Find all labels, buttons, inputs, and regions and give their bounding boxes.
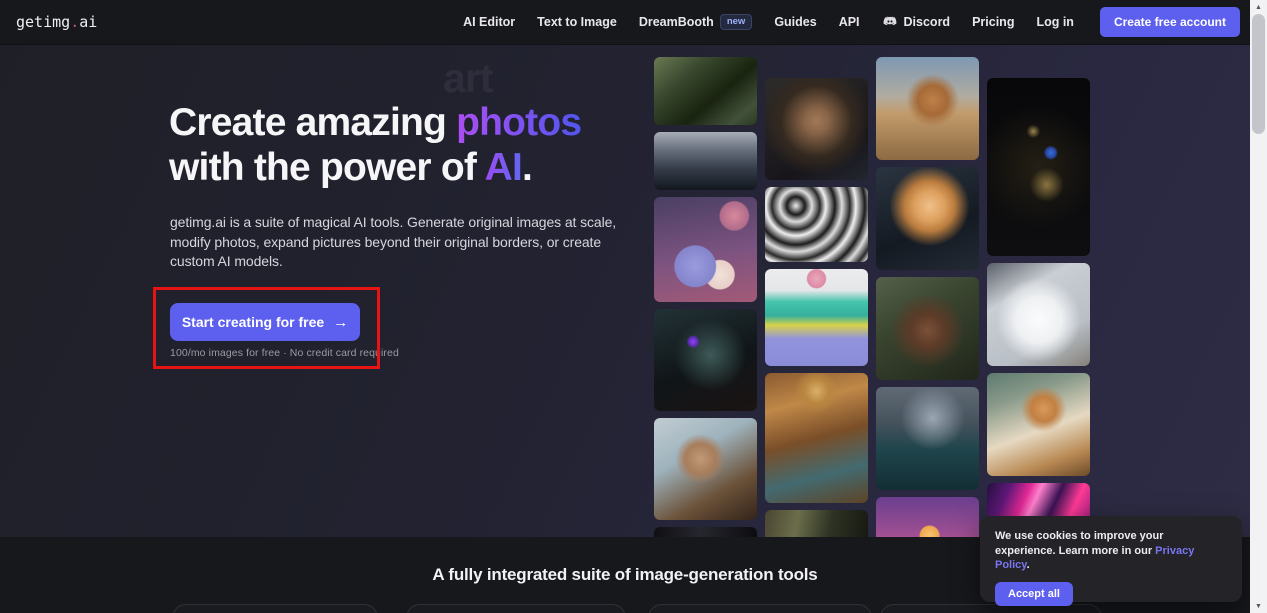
nav-item-discord[interactable]: Discord xyxy=(882,14,951,30)
stormy-ocean xyxy=(876,387,979,490)
cookie-banner: We use cookies to improve your experienc… xyxy=(980,516,1242,606)
hero-title-text: Create amazing xyxy=(169,101,457,144)
hero-title-accent-ai: AI xyxy=(484,146,523,189)
gallery-column xyxy=(876,57,979,567)
dog-sunglasses-beach xyxy=(876,57,979,160)
scrollbar-down-arrow[interactable]: ▼ xyxy=(1250,599,1267,613)
nav-links: AI Editor Text to Image DreamBooth new Gu… xyxy=(463,7,1240,37)
garden-landscape-painting xyxy=(654,57,757,125)
tool-card xyxy=(406,604,626,613)
scrollbar: ▲ ▼ xyxy=(1250,0,1267,613)
gallery xyxy=(654,57,1094,570)
nav-item-login[interactable]: Log in xyxy=(1036,15,1074,29)
nav-item-label: Pricing xyxy=(972,15,1015,29)
white-sneaker xyxy=(987,263,1090,366)
brand-logo[interactable]: getimg.ai xyxy=(16,13,97,31)
ornate-armored-warrior xyxy=(765,373,868,503)
nav-item-label: AI Editor xyxy=(463,15,516,29)
gallery-column xyxy=(654,57,757,557)
start-creating-label: Start creating for free xyxy=(181,314,325,330)
nav-item-text-to-image[interactable]: Text to Image xyxy=(537,15,617,29)
accept-all-button[interactable]: Accept all xyxy=(995,581,1073,606)
cookie-message: We use cookies to improve your experienc… xyxy=(995,529,1227,573)
nav-item-label: Log in xyxy=(1036,15,1074,29)
new-badge: new xyxy=(719,13,753,31)
arrow-right-icon: → xyxy=(333,313,349,331)
gold-flower-sculpture xyxy=(987,78,1090,256)
page: getimg.ai AI Editor Text to Image DreamB… xyxy=(0,0,1267,613)
nav-item-label: Discord xyxy=(903,15,951,29)
tool-card xyxy=(172,604,378,613)
nav-item-label: DreamBooth xyxy=(638,15,714,29)
hero-title: Create amazing photos with the power of … xyxy=(169,100,582,190)
hero-cta-subtext: 100/mo images for free · No credit card … xyxy=(170,347,399,359)
tool-card xyxy=(648,604,872,613)
nav-item-ai-editor[interactable]: AI Editor xyxy=(463,15,515,29)
hero-description: getimg.ai is a suite of magical AI tools… xyxy=(170,214,617,269)
top-navbar: getimg.ai AI Editor Text to Image DreamB… xyxy=(0,0,1250,45)
nav-item-guides[interactable]: Guides xyxy=(774,15,816,29)
hero-ghost-word: art xyxy=(443,55,493,101)
nav-item-label: Text to Image xyxy=(537,15,617,29)
nav-item-pricing[interactable]: Pricing xyxy=(972,15,1014,29)
discord-icon xyxy=(882,14,898,30)
cookie-message-text: We use cookies to improve your experienc… xyxy=(995,530,1164,557)
scrollbar-up-arrow[interactable]: ▲ xyxy=(1250,0,1267,14)
scrollbar-thumb[interactable] xyxy=(1252,14,1265,134)
gallery-column xyxy=(987,78,1090,563)
brand-dot: . xyxy=(70,13,80,31)
start-creating-button[interactable]: Start creating for free → xyxy=(170,303,360,341)
hero-title-period: . xyxy=(522,146,533,189)
cat-fancy-table xyxy=(987,373,1090,476)
create-free-account-button[interactable]: Create free account xyxy=(1099,7,1240,37)
abstract-bw-pattern xyxy=(765,187,868,262)
nav-item-label: API xyxy=(838,15,860,29)
long-haired-man-portrait xyxy=(765,78,868,180)
pink-hair-puffer-jacket xyxy=(765,269,868,366)
hero-title-accent-photos: photos xyxy=(456,101,582,144)
cyborg-woman-portrait xyxy=(654,309,757,411)
brand-prefix: getimg xyxy=(16,13,71,31)
gallery-column xyxy=(765,78,868,570)
nav-item-dreambooth[interactable]: DreamBooth new xyxy=(638,13,753,31)
nav-item-label: Guides xyxy=(774,15,817,29)
dramatic-clouds xyxy=(654,132,757,190)
hero-title-text: with the power of xyxy=(169,146,485,189)
bunny-hug-illustration xyxy=(654,197,757,302)
nav-item-api[interactable]: API xyxy=(839,15,860,29)
smiling-man-portrait xyxy=(876,277,979,380)
girl-beach-portrait xyxy=(654,418,757,520)
hamster-astronaut xyxy=(876,167,979,270)
brand-suffix: ai xyxy=(79,13,98,31)
cookie-message-period: . xyxy=(1026,559,1030,571)
